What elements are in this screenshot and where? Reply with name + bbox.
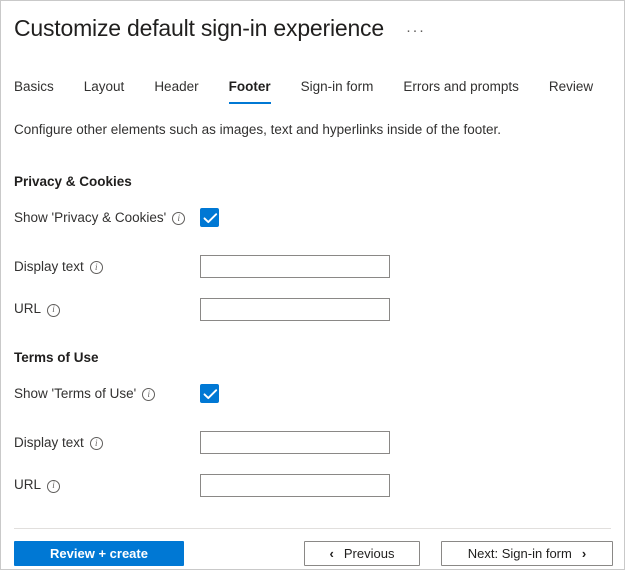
label-privacy-url: URL i	[14, 300, 61, 318]
chevron-right-icon: ›	[581, 546, 587, 561]
input-privacy-url[interactable]	[200, 297, 390, 321]
tab-header[interactable]: Header	[154, 79, 198, 104]
ellipsis-icon[interactable]: ···	[406, 23, 426, 38]
info-icon[interactable]: i	[47, 303, 61, 317]
label-text: Display text	[14, 434, 84, 450]
input-privacy-display-text[interactable]	[200, 255, 390, 278]
label-terms-display-text: Display text i	[14, 434, 103, 452]
input-terms-url[interactable]	[200, 473, 390, 497]
tab-bar: Basics Layout Header Footer Sign-in form…	[14, 79, 624, 107]
field-show-privacy-cookies: Show 'Privacy & Cookies' i	[1, 191, 624, 244]
label-privacy-display-text: Display text i	[14, 258, 103, 276]
label-text: URL	[14, 301, 42, 316]
info-icon[interactable]: i	[89, 261, 103, 274]
input-terms-display-text[interactable]	[200, 431, 390, 454]
chevron-left-icon: ‹	[329, 546, 334, 561]
field-terms-url: URL i	[1, 465, 624, 505]
tab-layout[interactable]: Layout	[84, 79, 125, 104]
info-icon[interactable]: i	[142, 388, 156, 401]
label-text: Show 'Terms of Use'	[14, 385, 137, 401]
footer-settings-form: Privacy & Cookies Show 'Privacy & Cookie…	[1, 173, 624, 505]
checkbox-show-terms-of-use[interactable]	[200, 384, 219, 403]
label-show-terms-of-use: Show 'Terms of Use' i	[14, 385, 156, 403]
section-title-privacy-cookies: Privacy & Cookies	[14, 174, 132, 189]
tab-review[interactable]: Review	[549, 79, 593, 104]
info-icon[interactable]: i	[47, 479, 61, 493]
label-text: Show 'Privacy & Cookies'	[14, 209, 167, 225]
title-row: Customize default sign-in experience ···	[14, 11, 611, 45]
next-button-label: Next: Sign-in form	[467, 546, 572, 561]
field-privacy-url: URL i	[1, 289, 624, 329]
section-terms-of-use: Terms of Use Show 'Terms of Use' i Displ…	[1, 349, 624, 505]
review-create-button[interactable]: Review + create	[14, 541, 184, 566]
label-text: Display text	[14, 258, 84, 274]
section-title-terms-of-use: Terms of Use	[14, 350, 99, 365]
page-title: Customize default sign-in experience	[14, 14, 384, 41]
previous-button-label: Previous	[343, 546, 395, 561]
footer-divider	[14, 528, 611, 529]
page-description: Configure other elements such as images,…	[14, 122, 502, 137]
section-privacy-cookies: Privacy & Cookies Show 'Privacy & Cookie…	[1, 173, 624, 329]
customize-signin-experience-page: Customize default sign-in experience ···…	[0, 0, 625, 570]
command-bar: Review + create ‹ Previous Next: Sign-in…	[1, 541, 624, 567]
tab-sign-in-form[interactable]: Sign-in form	[301, 79, 374, 104]
label-show-privacy-cookies: Show 'Privacy & Cookies' i	[14, 209, 186, 227]
tab-basics[interactable]: Basics	[14, 79, 54, 104]
check-icon	[203, 213, 218, 224]
tab-errors-and-prompts[interactable]: Errors and prompts	[403, 79, 519, 104]
label-terms-url: URL i	[14, 476, 61, 494]
field-terms-display-text: Display text i	[1, 420, 624, 465]
tab-footer[interactable]: Footer	[228, 79, 271, 104]
checkbox-show-privacy-cookies[interactable]	[200, 208, 219, 227]
field-show-terms-of-use: Show 'Terms of Use' i	[1, 367, 624, 420]
label-text: URL	[14, 477, 42, 492]
field-privacy-display-text: Display text i	[1, 244, 624, 289]
check-icon	[203, 389, 218, 400]
info-icon[interactable]: i	[89, 437, 103, 450]
info-icon[interactable]: i	[172, 212, 186, 225]
previous-button[interactable]: ‹ Previous	[304, 541, 420, 566]
next-button[interactable]: Next: Sign-in form ›	[441, 541, 613, 566]
